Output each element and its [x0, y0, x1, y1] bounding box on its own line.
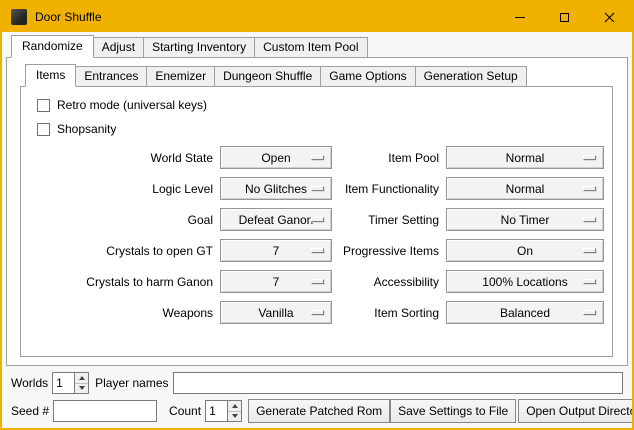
footer: Worlds Player names Seed # Count: [6, 366, 628, 428]
dropdown-indicator-icon: [311, 186, 324, 191]
dropdown-indicator-icon: [311, 310, 324, 315]
shopsanity-checkbox[interactable]: Shopsanity: [37, 122, 606, 136]
items-pane: Retro mode (universal keys) Shopsanity W…: [20, 87, 613, 357]
worlds-spin-down-button[interactable]: [75, 383, 88, 394]
tab-adjust[interactable]: Adjust: [93, 37, 144, 58]
window: Door Shuffle Randomize Adjust Starting I…: [0, 0, 634, 430]
worlds-row: Worlds Player names: [11, 372, 623, 394]
app-icon: [11, 9, 27, 25]
count-spin-down-button[interactable]: [228, 411, 241, 422]
checkbox-icon: [37, 123, 50, 136]
window-body: Randomize Adjust Starting Inventory Cust…: [2, 32, 632, 428]
item-sorting-dropdown[interactable]: Balanced: [446, 301, 604, 324]
accessibility-dropdown[interactable]: 100% Locations: [446, 270, 604, 293]
primary-notebook: Randomize Adjust Starting Inventory Cust…: [6, 34, 628, 366]
up-arrow-icon: [232, 404, 238, 408]
item-sorting-label: Item Sorting: [339, 306, 439, 320]
count-input[interactable]: [206, 401, 227, 421]
tab-generation-setup[interactable]: Generation Setup: [415, 66, 527, 87]
dropdown-indicator-icon: [583, 155, 596, 160]
dropdown-indicator-icon: [311, 155, 324, 160]
dropdown-indicator-icon: [311, 248, 324, 253]
progressive-items-label: Progressive Items: [339, 244, 439, 258]
tab-dungeon-shuffle[interactable]: Dungeon Shuffle: [214, 66, 321, 87]
crystals-harm-ganon-label: Crystals to harm Ganon: [27, 275, 213, 289]
tab-randomize[interactable]: Randomize: [11, 35, 94, 58]
crystals-open-gt-dropdown[interactable]: 7: [220, 239, 332, 262]
seed-row: Seed # Count Generate Patched Rom Save S…: [11, 399, 623, 423]
minimize-button[interactable]: [497, 2, 542, 32]
worlds-spinbox: [52, 372, 89, 394]
tab-game-options[interactable]: Game Options: [320, 66, 415, 87]
item-pool-dropdown[interactable]: Normal: [446, 146, 604, 169]
down-arrow-icon: [79, 386, 85, 390]
accessibility-label: Accessibility: [339, 275, 439, 289]
dropdown-indicator-icon: [583, 217, 596, 222]
up-arrow-icon: [79, 376, 85, 380]
count-spinbox: [205, 400, 242, 422]
dropdown-indicator-icon: [583, 279, 596, 284]
item-functionality-label: Item Functionality: [339, 182, 439, 196]
tab-entrances[interactable]: Entrances: [75, 66, 147, 87]
logic-level-label: Logic Level: [27, 182, 213, 196]
item-pool-label: Item Pool: [339, 151, 439, 165]
timer-setting-label: Timer Setting: [339, 213, 439, 227]
maximize-icon: [560, 13, 569, 22]
minimize-icon: [515, 17, 525, 18]
seed-input[interactable]: [53, 400, 157, 422]
randomize-pane: Items Entrances Enemizer Dungeon Shuffle…: [6, 58, 628, 366]
player-names-input[interactable]: [173, 372, 624, 394]
dropdown-indicator-icon: [583, 248, 596, 253]
weapons-dropdown[interactable]: Vanilla: [220, 301, 332, 324]
weapons-label: Weapons: [27, 306, 213, 320]
tab-enemizer[interactable]: Enemizer: [146, 66, 215, 87]
titlebar: Door Shuffle: [2, 2, 632, 32]
window-title: Door Shuffle: [35, 10, 497, 24]
close-button[interactable]: [587, 2, 632, 32]
world-state-dropdown[interactable]: Open: [220, 146, 332, 169]
primary-tabstrip: Randomize Adjust Starting Inventory Cust…: [6, 34, 628, 58]
tab-starting-inventory[interactable]: Starting Inventory: [143, 37, 255, 58]
tab-items[interactable]: Items: [25, 64, 76, 87]
caption-buttons: [497, 2, 632, 32]
timer-setting-dropdown[interactable]: No Timer: [446, 208, 604, 231]
worlds-spin-up-button[interactable]: [75, 373, 88, 383]
crystals-open-gt-label: Crystals to open GT: [27, 244, 213, 258]
goal-label: Goal: [27, 213, 213, 227]
secondary-notebook: Items Entrances Enemizer Dungeon Shuffle…: [20, 63, 613, 357]
maximize-button[interactable]: [542, 2, 587, 32]
checkbox-label: Retro mode (universal keys): [57, 98, 207, 112]
seed-label: Seed #: [11, 404, 49, 418]
item-functionality-dropdown[interactable]: Normal: [446, 177, 604, 200]
save-settings-button[interactable]: Save Settings to File: [390, 399, 516, 423]
retro-mode-checkbox[interactable]: Retro mode (universal keys): [37, 98, 606, 112]
generate-patched-rom-button[interactable]: Generate Patched Rom: [248, 399, 390, 423]
checkbox-label: Shopsanity: [57, 122, 116, 136]
close-icon: [604, 12, 615, 23]
down-arrow-icon: [232, 414, 238, 418]
dropdown-indicator-icon: [583, 310, 596, 315]
secondary-tabstrip: Items Entrances Enemizer Dungeon Shuffle…: [20, 63, 613, 87]
worlds-input[interactable]: [53, 373, 74, 393]
dropdown-indicator-icon: [311, 279, 324, 284]
dropdown-indicator-icon: [583, 186, 596, 191]
crystals-harm-ganon-dropdown[interactable]: 7: [220, 270, 332, 293]
open-output-directory-button[interactable]: Open Output Directory: [518, 399, 634, 423]
goal-dropdown[interactable]: Defeat Ganon: [220, 208, 332, 231]
dropdown-indicator-icon: [311, 217, 324, 222]
world-state-label: World State: [27, 151, 213, 165]
player-names-label: Player names: [95, 376, 168, 390]
progressive-items-dropdown[interactable]: On: [446, 239, 604, 262]
count-label: Count: [169, 404, 201, 418]
tab-custom-item-pool[interactable]: Custom Item Pool: [254, 37, 367, 58]
options-grid: World State Open Item Pool Normal Logic …: [27, 146, 606, 324]
worlds-label: Worlds: [11, 376, 48, 390]
checkbox-icon: [37, 99, 50, 112]
count-spin-up-button[interactable]: [228, 401, 241, 411]
logic-level-dropdown[interactable]: No Glitches: [220, 177, 332, 200]
